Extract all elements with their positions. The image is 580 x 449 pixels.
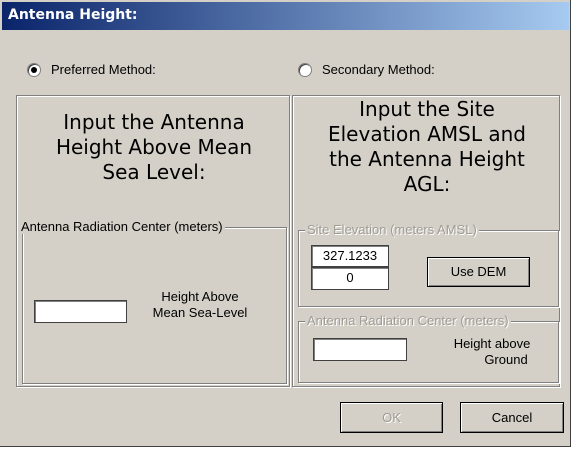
heading-line: Input the Antenna xyxy=(63,110,245,134)
heading-line: the Antenna Height xyxy=(329,147,525,171)
height-agl-input[interactable] xyxy=(313,338,407,361)
heading-line: Input the Site xyxy=(359,97,495,121)
group-label: Antenna Radiation Center (meters) xyxy=(19,219,225,234)
secondary-method-label: Secondary Method: xyxy=(322,62,435,77)
radio-unselected-icon xyxy=(298,62,312,77)
preferred-method-panel: Input the Antenna Height Above Mean Sea … xyxy=(16,95,290,387)
ok-button[interactable]: OK xyxy=(340,402,443,433)
site-elevation-input[interactable]: 0 xyxy=(311,267,389,290)
heading-line: Height Above Mean xyxy=(55,135,253,159)
antenna-radiation-center-group: Antenna Radiation Center (meters) Height… xyxy=(19,219,287,384)
label-line: Height Above xyxy=(161,289,239,304)
preferred-method-radio[interactable]: Preferred Method: xyxy=(27,62,156,77)
use-dem-button[interactable]: Use DEM xyxy=(427,257,530,287)
secondary-method-radio[interactable]: Secondary Method: xyxy=(298,62,435,77)
site-elevation-group: Site Elevation (meters AMSL) 327.1233 0 … xyxy=(298,222,559,307)
cancel-button[interactable]: Cancel xyxy=(460,402,564,433)
preferred-heading: Input the Antenna Height Above Mean Sea … xyxy=(17,110,291,185)
dem-elevation-display: 327.1233 xyxy=(311,245,389,267)
secondary-method-panel: Input the Site Elevation AMSL and the An… xyxy=(292,95,560,387)
secondary-heading: Input the Site Elevation AMSL and the An… xyxy=(293,97,561,197)
label-line: Ground xyxy=(484,352,528,367)
group-label: Antenna Radiation Center (meters) xyxy=(305,313,511,328)
radio-selected-icon xyxy=(27,62,41,77)
antenna-radiation-center-agl-group: Antenna Radiation Center (meters) Height… xyxy=(298,313,559,383)
heading-line: Sea Level: xyxy=(102,160,206,184)
height-amsl-input[interactable] xyxy=(34,300,127,323)
heading-line: AGL: xyxy=(403,172,451,196)
antenna-height-dialog: Antenna Height: Preferred Method: Second… xyxy=(0,0,571,447)
window-title: Antenna Height: xyxy=(8,7,138,23)
title-bar[interactable]: Antenna Height: xyxy=(2,2,569,30)
heading-line: Elevation AMSL and xyxy=(327,122,527,146)
label-line: Mean Sea-Level xyxy=(152,305,248,320)
group-label: Site Elevation (meters AMSL) xyxy=(305,222,479,237)
label-line: Height above xyxy=(453,336,531,351)
height-amsl-label: Height Above Mean Sea-Level xyxy=(135,289,265,321)
height-agl-label: Height above Ground xyxy=(437,336,547,368)
preferred-method-label: Preferred Method: xyxy=(51,62,156,77)
